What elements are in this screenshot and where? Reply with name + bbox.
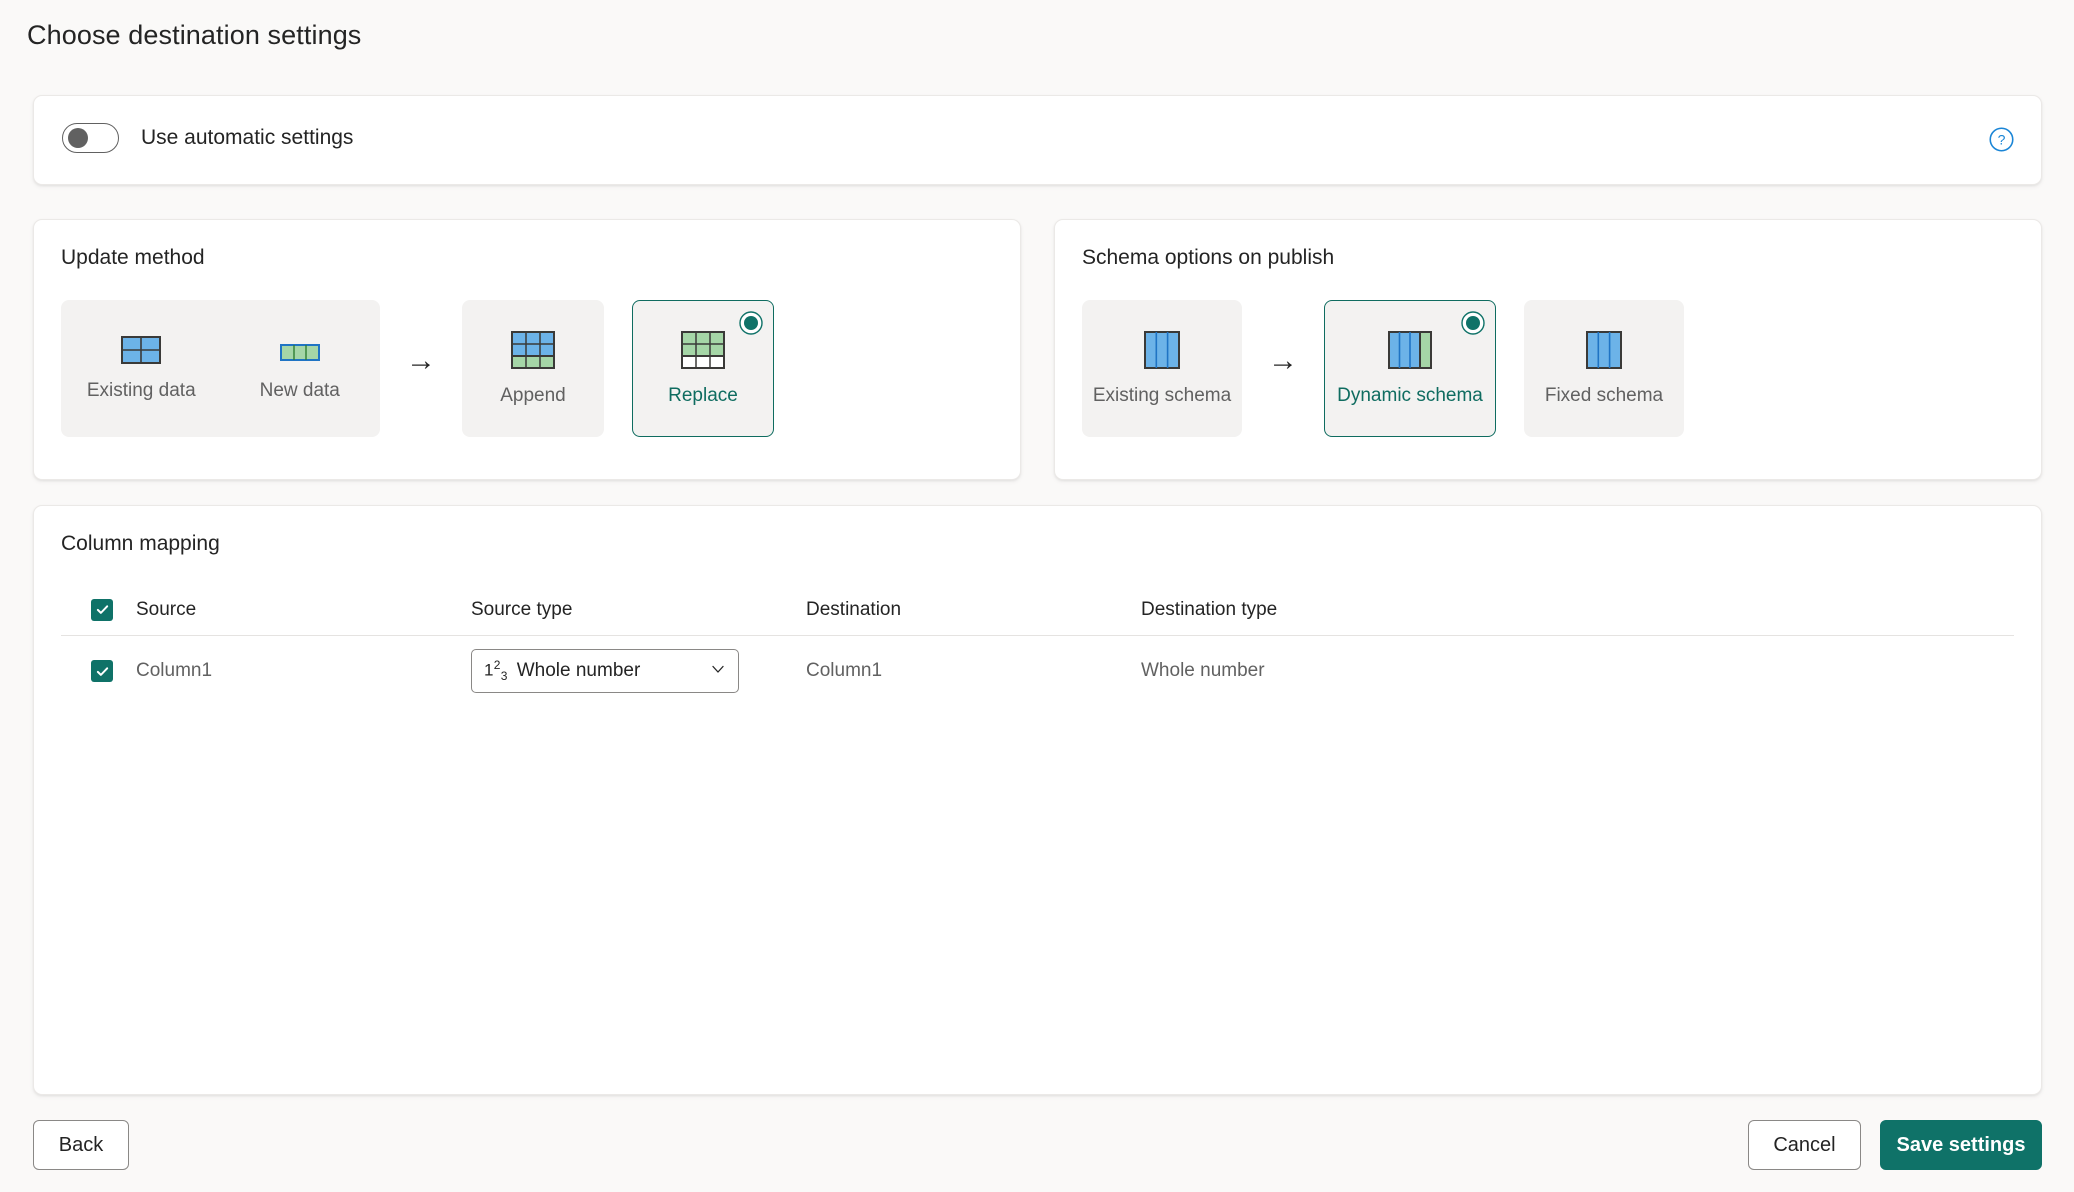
grid-row-green-icon bbox=[279, 336, 320, 364]
save-settings-button[interactable]: Save settings bbox=[1880, 1120, 2042, 1170]
column-header-destination-type: Destination type bbox=[1141, 598, 1278, 620]
check-icon bbox=[96, 605, 108, 614]
schema-source-tile-existing: Existing schema bbox=[1082, 300, 1242, 437]
column-mapping-card: Column mapping Source Source type Destin… bbox=[33, 505, 2042, 1095]
column-header-destination: Destination bbox=[806, 598, 902, 620]
schema-option-dynamic[interactable]: Dynamic schema bbox=[1324, 300, 1496, 437]
update-method-arrow-icon: → bbox=[406, 343, 436, 377]
source-type-dropdown[interactable]: 123 Whole number bbox=[471, 649, 739, 693]
grid-append-icon bbox=[511, 330, 555, 369]
update-method-heading: Update method bbox=[61, 246, 205, 269]
columns-blue-icon bbox=[1144, 330, 1180, 369]
table-row: Column1 123 Whole number Column1 Whole n… bbox=[61, 636, 2014, 706]
column-header-source: Source bbox=[136, 598, 197, 620]
schema-options-tiles: Existing schema → Dynamic schema Fixed s… bbox=[1082, 300, 1684, 437]
use-automatic-settings-toggle[interactable] bbox=[62, 123, 119, 153]
automatic-settings-card: Use automatic settings ? bbox=[33, 95, 2042, 185]
back-button[interactable]: Back bbox=[33, 1120, 129, 1170]
existing-schema-label: Existing schema bbox=[1092, 384, 1232, 406]
existing-data-label: Existing data bbox=[86, 379, 196, 401]
select-all-checkbox[interactable] bbox=[91, 598, 113, 621]
replace-selected-radio-icon bbox=[739, 311, 763, 335]
dynamic-schema-label: Dynamic schema bbox=[1337, 384, 1483, 406]
update-method-option-replace[interactable]: Replace bbox=[632, 300, 774, 437]
schema-options-heading: Schema options on publish bbox=[1082, 246, 1335, 269]
new-data-item: New data bbox=[221, 336, 380, 402]
column-mapping-table: Source Source type Destination Destinati… bbox=[61, 584, 2014, 706]
toggle-knob bbox=[68, 128, 88, 148]
new-data-label: New data bbox=[259, 379, 340, 401]
page-title: Choose destination settings bbox=[27, 20, 362, 50]
update-method-option-append[interactable]: Append bbox=[462, 300, 604, 437]
check-icon bbox=[96, 666, 108, 676]
append-label: Append bbox=[500, 384, 566, 406]
replace-label: Replace bbox=[668, 384, 738, 406]
column-mapping-heading: Column mapping bbox=[61, 532, 220, 555]
schema-options-arrow-icon: → bbox=[1268, 343, 1298, 377]
cell-destination-type: Whole number bbox=[1141, 660, 1265, 681]
cell-source: Column1 bbox=[136, 660, 213, 681]
fixed-schema-label: Fixed schema bbox=[1544, 384, 1664, 406]
automatic-settings-row: Use automatic settings bbox=[62, 123, 353, 153]
row-checkbox[interactable] bbox=[91, 660, 113, 682]
dynamic-schema-selected-radio-icon bbox=[1461, 311, 1485, 335]
update-method-card: Update method Existing data New data → A… bbox=[33, 219, 1021, 480]
existing-data-item: Existing data bbox=[62, 335, 221, 402]
column-header-source-type: Source type bbox=[471, 598, 573, 620]
columns-dynamic-icon bbox=[1388, 330, 1432, 369]
cancel-button[interactable]: Cancel bbox=[1748, 1120, 1861, 1170]
source-type-value: Whole number bbox=[516, 660, 641, 681]
cell-source-type: 123 Whole number bbox=[471, 649, 806, 693]
schema-option-fixed[interactable]: Fixed schema bbox=[1524, 300, 1684, 437]
use-automatic-settings-label: Use automatic settings bbox=[141, 126, 354, 149]
123-whole-number-icon: 123 bbox=[484, 658, 508, 684]
grid-table-blue-icon bbox=[121, 335, 162, 364]
update-method-source-tile: Existing data New data bbox=[61, 300, 380, 437]
table-header-row: Source Source type Destination Destinati… bbox=[61, 584, 2014, 636]
update-method-tiles: Existing data New data → Append Replace bbox=[61, 300, 774, 437]
help-circle-icon[interactable]: ? bbox=[1988, 126, 2015, 153]
select-all-cell bbox=[61, 598, 136, 621]
columns-fixed-icon bbox=[1586, 330, 1622, 369]
chevron-down-icon bbox=[710, 661, 726, 682]
schema-options-card: Schema options on publish Existing schem… bbox=[1054, 219, 2042, 480]
cell-destination: Column1 bbox=[806, 660, 883, 681]
row-select-cell bbox=[61, 660, 136, 682]
grid-replace-icon bbox=[681, 330, 725, 369]
svg-text:?: ? bbox=[1998, 132, 2006, 148]
